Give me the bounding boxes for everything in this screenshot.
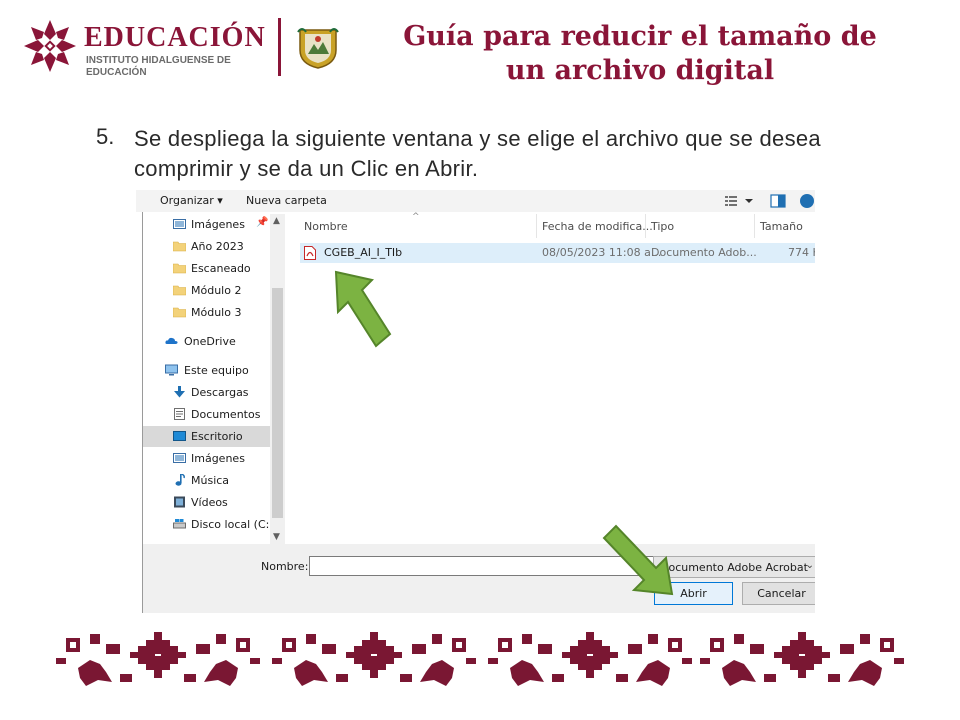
nav-item-imagenes-pinned[interactable]: Imágenes 📌 [143, 214, 270, 235]
brand-name: EDUCACIÓN [84, 22, 266, 53]
nav-item-modulo-2[interactable]: Módulo 2 [143, 280, 270, 301]
nav-item-onedrive[interactable]: OneDrive [143, 331, 270, 352]
file-list-pane: Nombre ^ Fecha de modifica... Tipo Tamañ… [286, 212, 815, 544]
column-modified[interactable]: Fecha de modifica... [542, 220, 653, 233]
nav-item-label: Música [191, 474, 230, 487]
nav-item-documentos[interactable]: Documentos [143, 404, 270, 425]
pointer-arrow-icon [602, 524, 674, 596]
column-separator[interactable] [645, 214, 646, 238]
pdf-icon [304, 246, 316, 260]
step-number: 5. [96, 124, 115, 149]
nav-item-label: Imágenes [191, 218, 245, 231]
cancel-button[interactable]: Cancelar [742, 582, 815, 605]
desktop-icon [173, 431, 186, 441]
video-icon [174, 496, 185, 508]
page-title: Guía para reducir el tamaño de un archiv… [403, 21, 877, 86]
nav-item-label: Año 2023 [191, 240, 244, 253]
nav-item-label: Escritorio [191, 430, 243, 443]
music-icon [175, 474, 185, 486]
chevron-down-icon: ⌄ [805, 560, 814, 571]
file-size: 774 KB [788, 246, 815, 259]
navigation-pane: Imágenes 📌 Año 2023 Escaneado Módulo 2 M… [143, 214, 274, 544]
folder-icon [173, 263, 186, 274]
nav-item-label: Este equipo [184, 364, 249, 377]
column-separator[interactable] [754, 214, 755, 238]
file-name: CGEB_AI_I_TIb [324, 246, 403, 259]
cloud-icon [165, 337, 178, 344]
sort-caret-icon: ^ [412, 212, 420, 222]
star-logo-icon [24, 20, 76, 72]
scrollbar-thumb[interactable] [272, 288, 283, 518]
drive-icon [173, 519, 186, 529]
coat-of-arms-icon [297, 28, 339, 69]
filetype-value: Documento Adobe Acrobat [660, 561, 808, 574]
open-file-dialog: Organizar ▾ Nueva carpeta Imágenes 📌 Año… [136, 190, 815, 613]
folder-icon [173, 285, 186, 296]
file-row[interactable]: CGEB_AI_I_TIb 08/05/2023 11:08 a... Docu… [300, 243, 815, 263]
nav-item-escaneado[interactable]: Escaneado [143, 258, 270, 279]
nav-scrollbar[interactable]: ▲ ▼ [270, 214, 285, 544]
file-type: Documento Adob... [651, 246, 757, 259]
nav-item-label: Escaneado [191, 262, 251, 275]
nav-item-videos[interactable]: Vídeos [143, 492, 270, 513]
nav-item-label: Documentos [191, 408, 261, 421]
folder-icon [173, 307, 186, 318]
column-header-row: Nombre ^ Fecha de modifica... Tipo Tamañ… [286, 212, 815, 238]
pin-icon[interactable]: 📌 [256, 217, 268, 228]
pointer-arrow-icon [334, 270, 392, 348]
pictures-icon [173, 219, 186, 229]
nav-item-label: Módulo 3 [191, 306, 242, 319]
view-options-icon[interactable] [715, 192, 815, 210]
nav-item-label: Disco local (C:) [191, 518, 274, 531]
nav-item-disco-local[interactable]: Disco local (C:) [143, 514, 274, 535]
nav-item-label: Vídeos [191, 496, 228, 509]
nav-item-label: Módulo 2 [191, 284, 242, 297]
nav-item-modulo-3[interactable]: Módulo 3 [143, 302, 270, 323]
dialog-footer: Nombre: Documento Adobe Acrobat ⌄ Abrir … [143, 544, 815, 613]
folder-icon [173, 241, 186, 252]
download-icon [174, 386, 185, 398]
nav-item-musica[interactable]: Música [143, 470, 270, 491]
nav-item-label: Descargas [191, 386, 249, 399]
nav-item-ano-2023[interactable]: Año 2023 [143, 236, 270, 257]
embroidery-pattern-icon [56, 632, 904, 686]
computer-icon [165, 364, 178, 376]
column-name[interactable]: Nombre [304, 220, 348, 233]
nav-item-imagenes[interactable]: Imágenes [143, 448, 270, 469]
nav-item-label: Imágenes [191, 452, 245, 465]
nav-item-label: OneDrive [184, 335, 236, 348]
column-size[interactable]: Tamaño [760, 220, 803, 233]
nav-item-escritorio[interactable]: Escritorio [143, 426, 270, 447]
organize-menu[interactable]: Organizar ▾ [160, 194, 223, 207]
file-modified: 08/05/2023 11:08 a... [542, 246, 662, 259]
scroll-up-icon[interactable]: ▲ [273, 216, 280, 226]
nav-item-descargas[interactable]: Descargas [143, 382, 270, 403]
documents-icon [174, 408, 185, 420]
brand-subtitle: INSTITUTO HIDALGUENSE DE EDUCACIÓN [86, 55, 231, 78]
new-folder-button[interactable]: Nueva carpeta [246, 194, 327, 207]
nav-item-este-equipo[interactable]: Este equipo [143, 360, 270, 381]
brand-divider [278, 18, 281, 76]
filename-label: Nombre: [261, 560, 309, 573]
column-separator[interactable] [536, 214, 537, 238]
dialog-toolbar: Organizar ▾ Nueva carpeta [136, 190, 815, 212]
column-type[interactable]: Tipo [651, 220, 674, 233]
step-instruction: Se despliega la siguiente ventana y se e… [134, 126, 821, 181]
scroll-down-icon[interactable]: ▼ [273, 532, 280, 542]
pictures-icon [173, 453, 186, 463]
